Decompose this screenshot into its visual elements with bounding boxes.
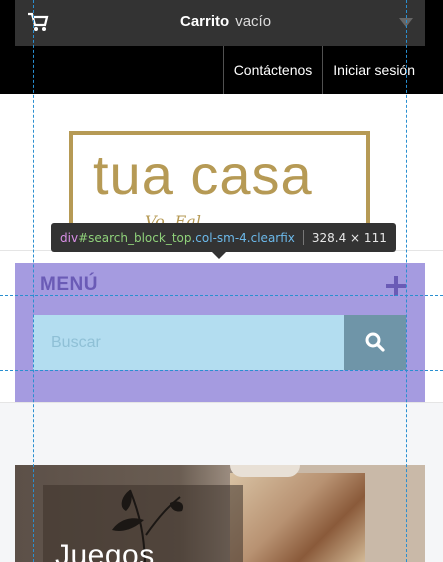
banner-painting — [230, 473, 365, 562]
logo[interactable]: tua casa — [93, 142, 313, 207]
tooltip-separator — [302, 230, 304, 245]
tooltip-classes: .col-sm-4.clearfix — [191, 230, 295, 245]
login-link[interactable]: Iniciar sesión — [322, 46, 425, 94]
tooltip-tag: div — [60, 230, 79, 245]
guide-line-vertical — [33, 0, 34, 562]
search-icon — [365, 332, 385, 352]
guide-line-horizontal — [0, 370, 443, 371]
tooltip-arrow — [212, 252, 226, 259]
plus-icon[interactable] — [386, 276, 406, 296]
cart-block[interactable]: Carrito vacío — [15, 0, 425, 46]
banner-lamp — [230, 465, 300, 477]
search-block — [33, 315, 406, 370]
search-button[interactable] — [344, 315, 406, 370]
cart-icon — [28, 12, 49, 31]
cart-status: vacío — [235, 13, 272, 30]
menu-toggle-label[interactable]: MENÚ — [40, 274, 98, 296]
search-input[interactable] — [33, 315, 344, 370]
cart-title: Carrito — [180, 13, 230, 30]
contact-link[interactable]: Contáctenos — [222, 46, 323, 94]
cart-label: Carrito vacío — [180, 13, 271, 30]
guide-line-vertical — [406, 0, 407, 562]
devtools-tooltip: div #search_block_top .col-sm-4.clearfix 3… — [51, 223, 396, 252]
banner-title[interactable]: Juegos — [55, 539, 155, 562]
header-nav: Contáctenos Iniciar sesión — [222, 46, 425, 94]
tooltip-id: #search_block_top — [78, 230, 192, 245]
tooltip-size: 328.4 × 111 — [311, 230, 387, 245]
category-banner[interactable]: Juegos — [15, 465, 425, 562]
guide-line-horizontal — [0, 295, 443, 296]
